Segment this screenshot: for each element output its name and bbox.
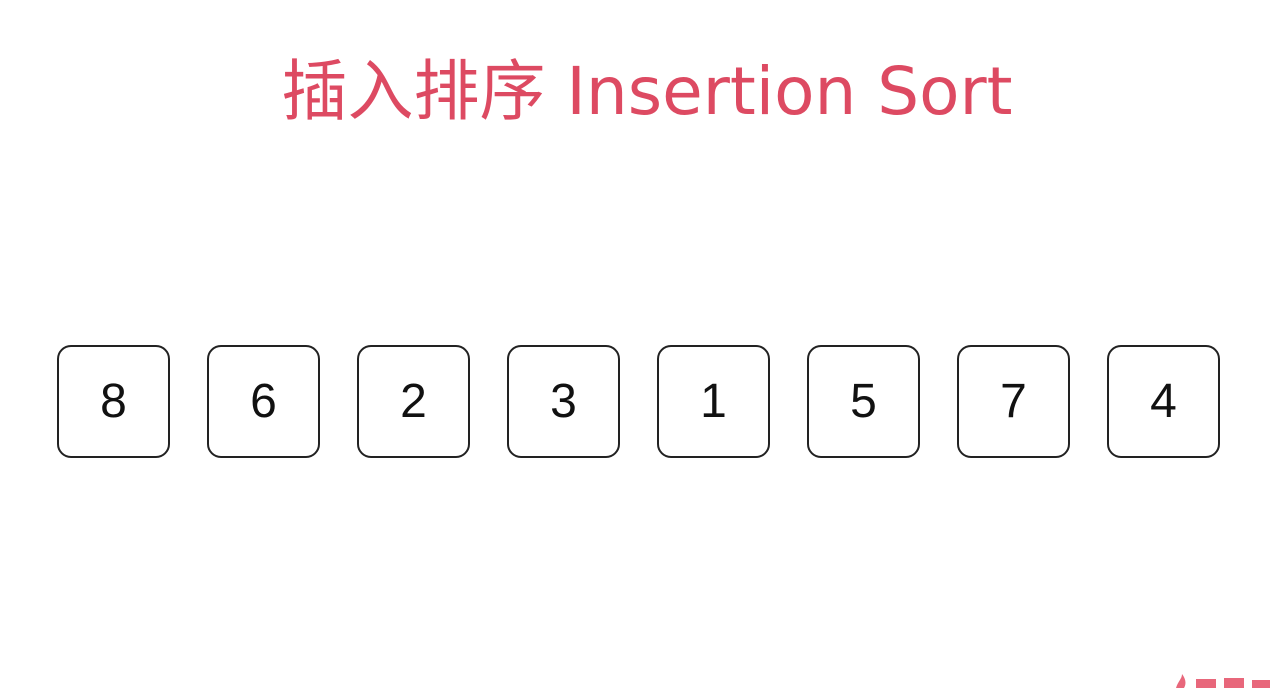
array-cell-value: 1: [700, 374, 727, 428]
array-cell: 4: [1107, 345, 1220, 458]
array-cell-value: 4: [1150, 374, 1177, 428]
array-cell-value: 8: [100, 374, 127, 428]
array-cell: 6: [207, 345, 320, 458]
watermark-logo: [1176, 674, 1270, 688]
array-cell: 2: [357, 345, 470, 458]
array-cell-value: 5: [850, 374, 877, 428]
array-cell-value: 7: [1000, 374, 1027, 428]
array-cell: 5: [807, 345, 920, 458]
slide: 插入排序 Insertion Sort 8 6 2 3 1 5 7 4: [0, 0, 1280, 688]
array-row: 8 6 2 3 1 5 7 4: [57, 345, 1223, 460]
array-cell: 3: [507, 345, 620, 458]
array-cell-value: 6: [250, 374, 277, 428]
array-cell: 7: [957, 345, 1070, 458]
slide-title: 插入排序 Insertion Sort: [281, 53, 1013, 130]
array-cell-value: 2: [400, 374, 427, 428]
array-cell: 1: [657, 345, 770, 458]
array-cell-value: 3: [550, 374, 577, 428]
array-cell: 8: [57, 345, 170, 458]
